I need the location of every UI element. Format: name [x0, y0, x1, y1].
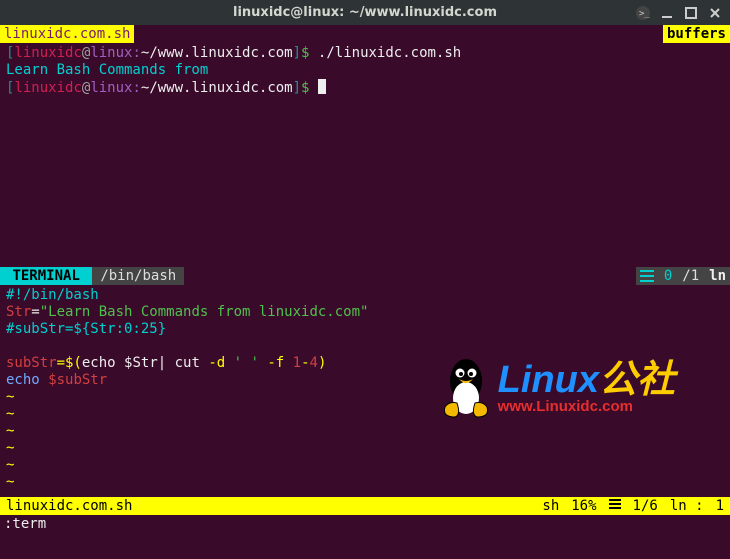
close-button[interactable] [708, 6, 722, 20]
window-controls: >_ [636, 6, 722, 20]
subst-close: ) [318, 355, 326, 371]
minimize-button[interactable] [660, 6, 674, 20]
subst-open: =$( [57, 355, 82, 371]
vim-app: linuxidc.com.sh buffers [linuxidc@linux:… [0, 25, 730, 533]
tab-total: /1 [682, 268, 699, 284]
num: 4 [310, 355, 318, 371]
tab-path: /bin/bash [92, 267, 184, 285]
command-text: :term [4, 516, 46, 532]
prompt-sign: $ [301, 45, 309, 61]
string-literal: "Learn Bash Commands from linuxidc.com" [40, 304, 369, 320]
var: Str [6, 304, 31, 320]
cmd: echo [6, 372, 48, 388]
prompt-path: ~/www.linuxidc.com [141, 80, 293, 96]
buffer-tab-active[interactable]: linuxidc.com.sh [0, 25, 134, 43]
maximize-button[interactable] [684, 6, 698, 20]
status-ratio: 1/6 [633, 498, 658, 514]
ln-label: ln [709, 268, 726, 284]
logo-subtext: www.Linuxidc.com [498, 399, 675, 414]
prompt-host: linux: [90, 45, 141, 61]
buffers-label[interactable]: buffers [663, 25, 730, 43]
window-title: linuxidc@linux: ~/www.linuxidc.com [233, 5, 497, 20]
cmd: echo [82, 355, 124, 371]
tabline: TERMINAL /bin/bash 0 /1 ln [0, 267, 730, 285]
editor-pane[interactable]: #!/bin/bash Str="Learn Bash Commands fro… [0, 285, 730, 485]
titlebar: linuxidc@linux: ~/www.linuxidc.com >_ [0, 0, 730, 25]
tilde: ~ [6, 423, 14, 439]
num: 1 [293, 355, 301, 371]
terminal-app-icon[interactable]: >_ [636, 6, 650, 20]
watermark-logo: Linux公社 www.Linuxidc.com [439, 355, 675, 420]
terminal-output: Learn Bash Commands from [6, 62, 208, 78]
var: subStr [6, 355, 57, 371]
pipe: | cut [158, 355, 209, 371]
tilde: ~ [6, 474, 14, 490]
quote: ' ' [225, 355, 259, 371]
terminal-pane[interactable]: [linuxidc@linux:~/www.linuxidc.com]$ ./l… [0, 43, 730, 267]
terminal-command: ./linuxidc.com.sh [318, 45, 461, 61]
tilde: ~ [6, 440, 14, 456]
tilde: ~ [6, 406, 14, 422]
tab-pos: 0 [664, 268, 672, 284]
svg-text:>_: >_ [639, 9, 650, 19]
statusline: linuxidc.com.sh sh 16% 1/6 ln : 1 [0, 497, 730, 515]
prompt-sign: $ [301, 80, 309, 96]
hamburger-icon [640, 270, 654, 282]
status-filetype: sh [542, 498, 559, 514]
tabline-right: 0 /1 ln [636, 267, 730, 285]
status-file: linuxidc.com.sh [6, 498, 132, 514]
tux-icon [439, 355, 494, 420]
logo-text-l: Linux [498, 359, 599, 401]
tilde: ~ [6, 457, 14, 473]
flag: -d [208, 355, 225, 371]
eq: = [31, 304, 39, 320]
editor-line: #!/bin/bash [6, 287, 99, 303]
logo-text-cn: 公社 [599, 359, 675, 401]
cursor [318, 79, 326, 94]
comment-line: #subStr=${Str:0:25} [6, 321, 166, 337]
status-ln-label: ln : [670, 498, 704, 514]
prompt-host: linux: [90, 80, 141, 96]
command-line[interactable]: :term [0, 515, 730, 533]
flag: -f [259, 355, 293, 371]
buffer-bar: linuxidc.com.sh buffers [0, 25, 730, 43]
dash: - [301, 355, 309, 371]
status-percent: 16% [571, 498, 596, 514]
tab-label: TERMINAL [12, 268, 79, 284]
prompt-user: linuxidc [14, 45, 81, 61]
hamburger-icon [609, 498, 621, 510]
tab-terminal[interactable]: TERMINAL [0, 267, 92, 285]
var-ref: $subStr [48, 372, 107, 388]
status-col: 1 [716, 498, 724, 514]
prompt-path: ~/www.linuxidc.com [141, 45, 293, 61]
tilde: ~ [6, 389, 14, 405]
var-ref: $Str [124, 355, 158, 371]
prompt-user: linuxidc [14, 80, 81, 96]
